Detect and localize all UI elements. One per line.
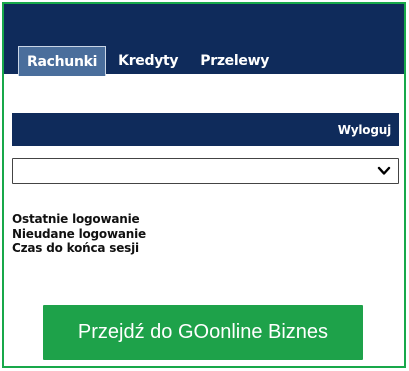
tab-label: Kredyty (118, 53, 179, 69)
goonline-biznes-button[interactable]: Przejdź do GOonline Biznes (43, 305, 363, 360)
logout-link[interactable]: Wyloguj (338, 123, 391, 137)
tab-przelewy[interactable]: Przelewy (190, 46, 279, 76)
tab-label: Przelewy (200, 53, 270, 69)
account-select[interactable] (12, 158, 399, 184)
session-time-label: Czas do końca sesji (12, 241, 139, 255)
failed-login-label: Nieudane logowanie (12, 226, 146, 241)
logout-bar: Wyloguj (12, 113, 399, 146)
tab-rachunki[interactable]: Rachunki (18, 46, 107, 76)
tab-label: Rachunki (27, 53, 98, 70)
session-info: Ostatnie logowanie Nieudane logowanie Cz… (12, 212, 146, 256)
tab-kredyty[interactable]: Kredyty (108, 46, 188, 76)
main-tabs: Rachunki Kredyty Przelewy (18, 46, 279, 76)
last-login-label: Ostatnie logowanie (12, 212, 140, 226)
chevron-down-icon (377, 166, 391, 175)
top-navigation-bar: Rachunki Kredyty Przelewy (4, 4, 404, 76)
